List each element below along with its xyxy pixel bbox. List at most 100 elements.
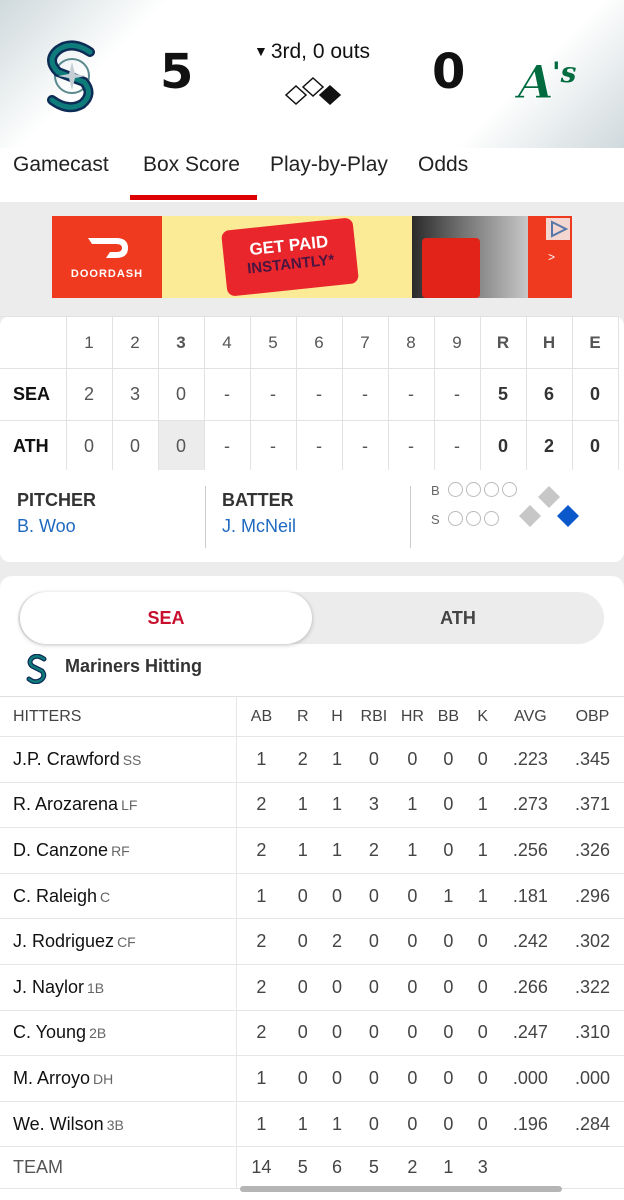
stat-rbi: 0 bbox=[354, 964, 394, 1011]
stat-r: 0 bbox=[285, 1055, 320, 1102]
stat-avg: .247 bbox=[499, 1010, 561, 1057]
stat-bb: 0 bbox=[431, 1055, 466, 1102]
player-name-link[interactable]: J. Naylor bbox=[13, 977, 84, 997]
linescore-team[interactable]: SEA bbox=[0, 368, 67, 421]
stat-obp: .322 bbox=[560, 964, 624, 1011]
player-name-link[interactable]: J.P. Crawford bbox=[13, 749, 120, 769]
tab-box-score[interactable]: Box Score bbox=[143, 153, 240, 177]
athletics-logo-icon[interactable]: A 's bbox=[512, 38, 588, 114]
stat-bb: 0 bbox=[431, 1010, 466, 1057]
player-cell: J.P. Crawford SS bbox=[0, 736, 238, 783]
team-totals-row: TEAM 14 5 6 5 2 1 3 bbox=[0, 1146, 624, 1190]
pitcher-name-link[interactable]: B. Woo bbox=[17, 516, 76, 537]
ad-arrow-icon[interactable]: > bbox=[548, 250, 555, 264]
hitters-header-row: HITTERS AB R H RBI HR BB K AVG OBP bbox=[0, 696, 624, 737]
stat-avg: .223 bbox=[499, 736, 561, 783]
stat-bb: 0 bbox=[431, 1101, 466, 1148]
team-toggle-ath[interactable]: ATH bbox=[312, 592, 604, 644]
inning-header: 2 bbox=[111, 316, 159, 369]
team-errors: 0 bbox=[571, 420, 619, 473]
stat-hr: 0 bbox=[393, 964, 432, 1011]
player-name-link[interactable]: R. Arozarena bbox=[13, 794, 118, 814]
table-row: J. Naylor 1B 2 0 0 0 0 0 0.266.322 bbox=[0, 964, 624, 1011]
base-runners-diamond-icon bbox=[519, 486, 579, 527]
stat-hr: 1 bbox=[393, 827, 432, 874]
mariners-logo-icon[interactable] bbox=[34, 38, 110, 114]
stat-ab: 2 bbox=[236, 827, 286, 874]
stat-h: 0 bbox=[319, 1010, 355, 1057]
tab-odds[interactable]: Odds bbox=[418, 153, 468, 177]
stat-ab: 2 bbox=[236, 1010, 286, 1057]
stat-rbi: 0 bbox=[354, 873, 394, 920]
stat-hr: 0 bbox=[393, 1101, 432, 1148]
stat-r: 0 bbox=[285, 873, 320, 920]
stat-hr: 1 bbox=[393, 782, 432, 829]
errors-header: E bbox=[571, 316, 619, 369]
ad-banner[interactable]: DOORDASH GET PAID INSTANTLY* > bbox=[52, 216, 572, 298]
stat-avg: .242 bbox=[499, 918, 561, 965]
stat-obp: .302 bbox=[560, 918, 624, 965]
stat-hr: 0 bbox=[393, 1055, 432, 1102]
strike-dot bbox=[448, 511, 463, 526]
col-avg: AVG bbox=[499, 696, 561, 737]
table-row: D. Canzone RF 2 1 1 2 1 0 1.256.326 bbox=[0, 827, 624, 874]
stat-avg: .181 bbox=[499, 873, 561, 920]
tab-play-by-play[interactable]: Play-by-Play bbox=[270, 153, 388, 177]
total-h: 6 bbox=[319, 1146, 355, 1190]
player-cell: J. Naylor 1B bbox=[0, 964, 238, 1011]
stat-h: 0 bbox=[319, 964, 355, 1011]
player-name-link[interactable]: M. Arroyo bbox=[13, 1068, 90, 1088]
table-row: J. Rodriguez CF 2 0 2 0 0 0 0.242.302 bbox=[0, 918, 624, 965]
player-cell: C. Raleigh C bbox=[0, 873, 238, 920]
stat-bb: 0 bbox=[431, 827, 466, 874]
stat-avg: .256 bbox=[499, 827, 561, 874]
table-row: We. Wilson 3B 1 1 1 0 0 0 0.196.284 bbox=[0, 1101, 624, 1148]
inning-score: - bbox=[249, 420, 297, 473]
stat-ab: 1 bbox=[236, 736, 286, 783]
stat-avg: .196 bbox=[499, 1101, 561, 1148]
player-name-link[interactable]: J. Rodriguez bbox=[13, 931, 114, 951]
player-name-link[interactable]: C. Raleigh bbox=[13, 886, 97, 906]
stat-h: 1 bbox=[319, 736, 355, 783]
linescore-row-away: SEA 2 3 0 - - - - - - 5 6 0 bbox=[0, 368, 619, 421]
stat-obp: .326 bbox=[560, 827, 624, 874]
team-toggle-sea[interactable]: SEA bbox=[20, 592, 312, 644]
player-name-link[interactable]: We. Wilson bbox=[13, 1114, 104, 1134]
stat-bb: 0 bbox=[431, 964, 466, 1011]
inning-score: - bbox=[433, 368, 481, 421]
stat-k: 0 bbox=[465, 1010, 500, 1057]
batter-name-link[interactable]: J. McNeil bbox=[222, 516, 296, 537]
ad-brand-text: DOORDASH bbox=[70, 268, 144, 280]
player-name-link[interactable]: C. Young bbox=[13, 1022, 86, 1042]
stat-rbi: 3 bbox=[354, 782, 394, 829]
stat-bb: 0 bbox=[431, 918, 466, 965]
inning-score: 3 bbox=[111, 368, 159, 421]
at-bat-situation: PITCHER B. Woo BATTER J. McNeil B S bbox=[0, 470, 624, 562]
stat-hr: 0 bbox=[393, 1010, 432, 1057]
ad-choices-icon[interactable] bbox=[546, 218, 570, 240]
stat-hr: 0 bbox=[393, 918, 432, 965]
inning-score: 0 bbox=[65, 420, 113, 473]
strike-dot bbox=[484, 511, 499, 526]
tab-gamecast[interactable]: Gamecast bbox=[13, 153, 109, 177]
game-header: 5 ▼ 3rd, 0 outs 0 A 's bbox=[0, 0, 624, 148]
stat-h: 0 bbox=[319, 1055, 355, 1102]
stat-ab: 2 bbox=[236, 918, 286, 965]
stat-obp: .296 bbox=[560, 873, 624, 920]
stat-r: 1 bbox=[285, 782, 320, 829]
stat-bb: 0 bbox=[431, 736, 466, 783]
player-cell: We. Wilson 3B bbox=[0, 1101, 238, 1148]
stat-obp: .284 bbox=[560, 1101, 624, 1148]
horizontal-scrollbar[interactable] bbox=[240, 1186, 562, 1192]
col-rbi: RBI bbox=[354, 696, 394, 737]
stat-rbi: 2 bbox=[354, 827, 394, 874]
total-r: 5 bbox=[285, 1146, 320, 1190]
linescore-team[interactable]: ATH bbox=[0, 420, 67, 473]
player-position: DH bbox=[93, 1070, 114, 1087]
player-position: LF bbox=[121, 797, 138, 814]
stat-k: 0 bbox=[465, 964, 500, 1011]
total-ab: 14 bbox=[236, 1146, 286, 1190]
player-name-link[interactable]: D. Canzone bbox=[13, 840, 108, 860]
inning-score: - bbox=[387, 368, 435, 421]
inning-status: ▼ 3rd, 0 outs bbox=[212, 40, 412, 64]
